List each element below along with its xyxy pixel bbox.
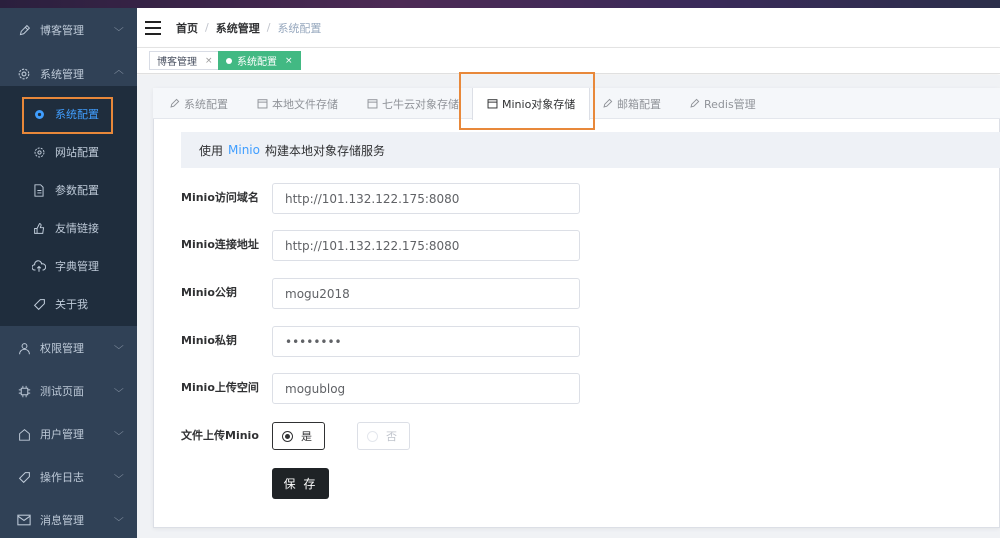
tab-local-storage[interactable]: 本地文件存储 — [257, 88, 338, 119]
calendar-icon — [257, 98, 269, 110]
chevron-down-icon: ⌵ — [114, 427, 125, 438]
home-icon — [16, 426, 32, 442]
sidebar-item-label: 字典管理 — [55, 260, 99, 273]
tab-email-config[interactable]: 邮箱配置 — [602, 88, 661, 119]
info-text: 使用 — [199, 143, 224, 158]
sidebar-item-blog[interactable]: 博客管理 ⌵ — [0, 8, 137, 52]
minio-bucket-input[interactable] — [272, 373, 580, 404]
sidebar-item-label: 参数配置 — [55, 184, 99, 197]
tag-system-config[interactable]: 系统配置 × — [218, 51, 301, 70]
sidebar-item-friend-links[interactable]: 友情链接 — [0, 209, 137, 247]
window-top-strip — [0, 0, 1000, 8]
tab-system-config[interactable]: 系统配置 — [169, 88, 228, 119]
sidebar-item-permission[interactable]: 权限管理 ⌵ — [0, 326, 137, 370]
tab-label: Redis管理 — [704, 97, 756, 111]
field-label-upload-minio: 文件上传Minio — [181, 429, 259, 442]
tag-icon — [32, 297, 46, 311]
radio-upload-no[interactable]: 否 — [357, 422, 410, 450]
tab-redis-manage[interactable]: Redis管理 — [689, 88, 756, 119]
sidebar-item-label: 系统管理 — [40, 68, 84, 81]
mail-icon — [16, 512, 32, 528]
active-dot — [226, 57, 232, 64]
breadcrumb-home[interactable]: 首页 — [176, 20, 198, 36]
breadcrumb-system[interactable]: 系统管理 — [216, 20, 260, 36]
info-banner: 使用 Minio 构建本地对象存储服务 — [181, 132, 1000, 168]
tab-qiniu-storage[interactable]: 七牛云对象存储 — [367, 88, 459, 119]
tag-label: 博客管理 — [157, 57, 197, 68]
sidebar-item-site-config[interactable]: 网站配置 — [0, 133, 137, 171]
sidebar-item-label: 用户管理 — [40, 428, 84, 441]
chevron-down-icon: ⌵ — [114, 513, 125, 524]
tab-label: 系统配置 — [184, 97, 228, 111]
tag-label: 系统配置 — [237, 57, 277, 68]
close-icon[interactable]: × — [205, 56, 213, 66]
edit-icon — [169, 98, 181, 110]
edit-icon — [689, 98, 701, 110]
sidebar-item-label: 网站配置 — [55, 146, 99, 159]
sidebar-item-about-me[interactable]: 关于我 — [0, 285, 137, 323]
calendar-icon — [367, 98, 379, 110]
radio-label: 否 — [386, 430, 397, 443]
close-icon[interactable]: × — [285, 56, 293, 66]
thumbs-up-icon — [32, 221, 46, 235]
sidebar-item-test-page[interactable]: 测试页面 ⌵ — [0, 369, 137, 413]
chevron-down-icon: ⌵ — [114, 341, 125, 352]
radio-label: 是 — [301, 430, 312, 443]
chip-icon — [16, 383, 32, 399]
field-label-bucket: Minio上传空间 — [181, 381, 259, 394]
radio-upload-yes[interactable]: 是 — [272, 422, 325, 450]
minio-access-key-input[interactable] — [272, 278, 580, 309]
minio-endpoint-input[interactable] — [272, 230, 580, 261]
sidebar-item-messages[interactable]: 消息管理 ⌵ — [0, 498, 137, 538]
gear-icon — [16, 66, 32, 82]
sidebar: 博客管理 ⌵ 系统管理 ⌵ 系统配置 网站配置 参数配置 友情链接 字典管理 关… — [0, 8, 137, 538]
breadcrumb-separator: / — [266, 21, 271, 34]
tab-label: 七牛云对象存储 — [382, 97, 459, 111]
radio-circle — [282, 430, 293, 442]
navbar: 首页 / 系统管理 / 系统配置 — [137, 8, 1000, 48]
tags-view: 博客管理 × 系统配置 × — [137, 48, 1000, 74]
sidebar-item-dictionary[interactable]: 字典管理 — [0, 247, 137, 285]
breadcrumb-separator: / — [205, 21, 209, 34]
chevron-down-icon: ⌵ — [114, 384, 125, 395]
breadcrumb-current: 系统配置 — [277, 21, 322, 35]
sidebar-item-label: 权限管理 — [40, 342, 84, 355]
tag-icon — [16, 469, 32, 485]
field-label-endpoint: Minio连接地址 — [181, 238, 259, 251]
sidebar-item-label: 博客管理 — [40, 24, 84, 37]
field-label-secret-key: Minio私钥 — [181, 334, 237, 347]
sidebar-item-label: 关于我 — [55, 298, 88, 311]
sidebar-item-label: 友情链接 — [55, 222, 99, 235]
radio-circle — [367, 430, 378, 442]
field-label-access-key: Minio公钥 — [181, 286, 237, 299]
chevron-up-icon: ⌵ — [114, 67, 125, 78]
user-icon — [16, 340, 32, 356]
info-text: 构建本地对象存储服务 — [264, 143, 385, 158]
sidebar-item-param-config[interactable]: 参数配置 — [0, 171, 137, 209]
sidebar-item-operation-log[interactable]: 操作日志 ⌵ — [0, 455, 137, 499]
sidebar-item-label: 操作日志 — [40, 471, 84, 484]
field-label-access-domain: Minio访问域名 — [181, 191, 259, 204]
cloud-upload-icon — [32, 259, 46, 273]
minio-access-domain-input[interactable] — [272, 183, 580, 214]
info-brand: Minio — [228, 143, 260, 157]
document-icon — [32, 183, 46, 197]
edit-icon — [16, 22, 32, 38]
sidebar-item-label: 测试页面 — [40, 385, 84, 398]
save-button[interactable]: 保 存 — [272, 468, 329, 499]
sidebar-item-users[interactable]: 用户管理 ⌵ — [0, 412, 137, 456]
gear-outline-icon — [32, 145, 46, 159]
sidebar-item-label: 消息管理 — [40, 514, 84, 527]
tab-label: 本地文件存储 — [272, 97, 338, 111]
hamburger-icon[interactable] — [145, 20, 161, 35]
tag-blog[interactable]: 博客管理 × — [149, 51, 221, 70]
minio-secret-key-input[interactable] — [272, 326, 580, 357]
chevron-down-icon: ⌵ — [114, 23, 125, 34]
chevron-down-icon: ⌵ — [114, 470, 125, 481]
tab-label: 邮箱配置 — [617, 97, 661, 111]
edit-icon — [602, 98, 614, 110]
highlight-annotation — [459, 72, 595, 130]
highlight-annotation — [22, 97, 113, 134]
